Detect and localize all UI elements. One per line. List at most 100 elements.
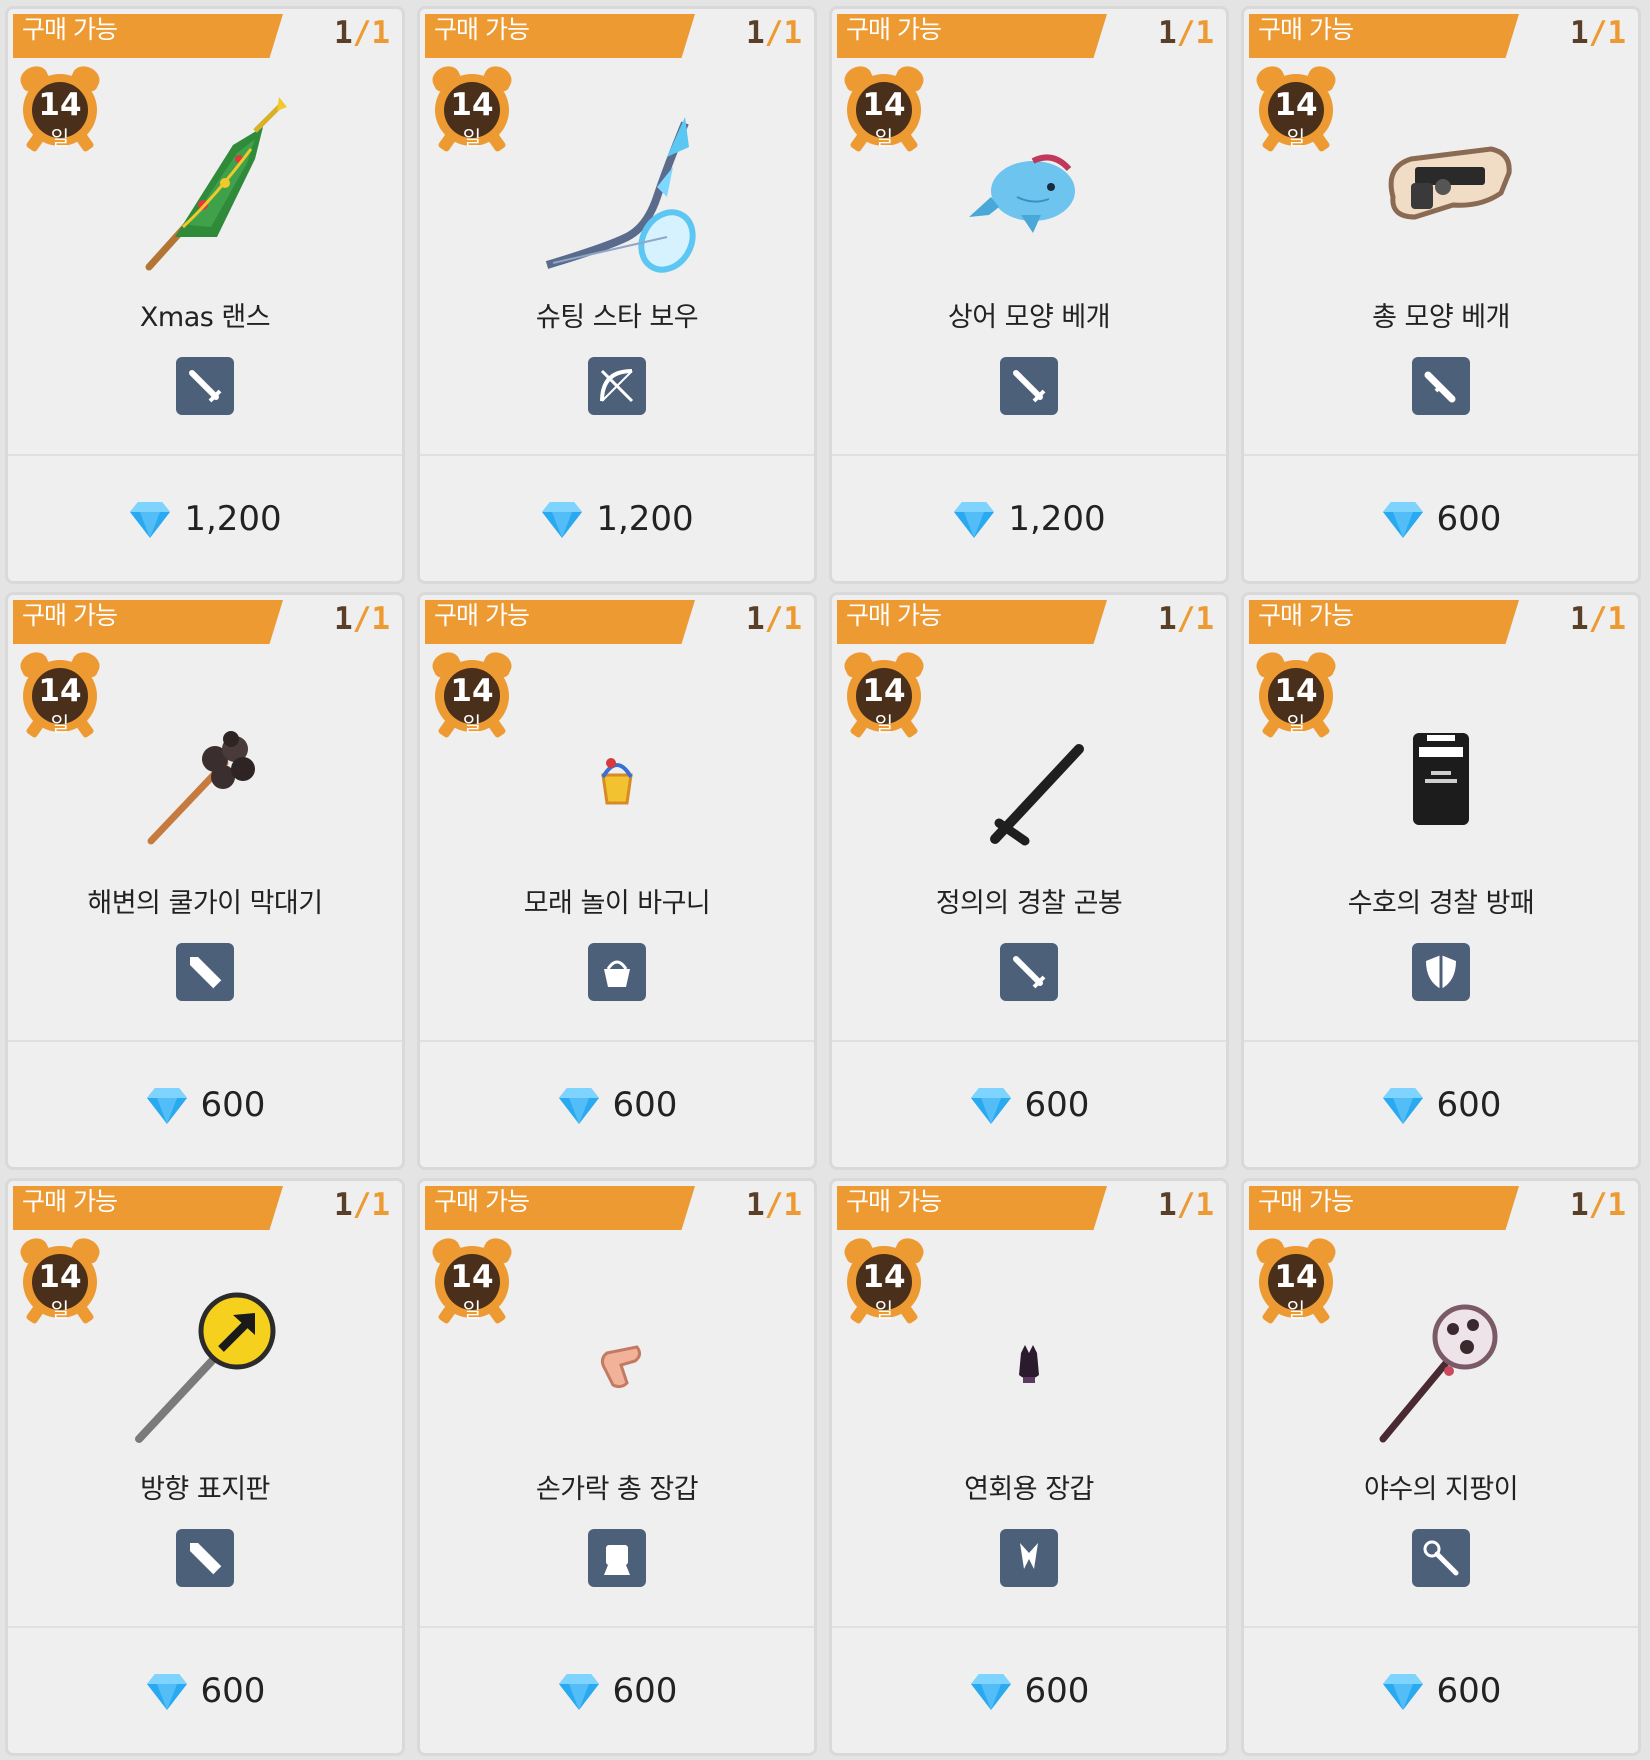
duration-days-value: 14: [450, 673, 494, 709]
duration-unit-label: 일: [1286, 712, 1306, 736]
item-name: 모래 놀이 바구니: [523, 888, 711, 919]
duration-unit-label: 일: [50, 1298, 70, 1322]
price-row: 1,200: [832, 456, 1226, 581]
price-row: 1,200: [8, 456, 402, 581]
stock-separator: /: [1176, 601, 1196, 637]
stock-current: 1: [1569, 1187, 1589, 1223]
stock-max: 1: [371, 1187, 390, 1223]
item-price: 600: [200, 1084, 266, 1125]
blade-type-icon: [176, 943, 234, 1001]
shop-item-card[interactable]: 구매 가능 1/1 14 일 해변의 쿨가이 막대기 600: [5, 592, 405, 1170]
basket-type-icon: [588, 943, 646, 1001]
item-price: 1,200: [1008, 498, 1106, 539]
police-shield-icon: [1341, 673, 1541, 873]
item-price: 600: [1024, 1084, 1090, 1125]
stock-max: 1: [1607, 601, 1626, 637]
alarm-clock-icon: 14 일: [1252, 62, 1340, 153]
shop-item-card[interactable]: 구매 가능 1/1 14 일 Xmas 랜스 1,200: [5, 6, 405, 584]
shop-item-card[interactable]: 구매 가능 1/1 14 일 야수의 지팡이 600: [1241, 1178, 1641, 1756]
sword-type-icon: [1000, 357, 1058, 415]
price-row: 600: [1244, 1042, 1638, 1167]
stock-counter: 1/1: [334, 15, 390, 51]
stock-separator: /: [1588, 1187, 1608, 1223]
item-price: 600: [1436, 1084, 1502, 1125]
stock-counter: 1/1: [746, 601, 802, 637]
purchase-status-label: 구매 가능: [846, 1187, 942, 1216]
item-name: 상어 모양 베개: [947, 302, 1111, 333]
item-price: 1,200: [596, 498, 694, 539]
sword-type-icon: [1000, 943, 1058, 1001]
duration-days-value: 14: [862, 1259, 906, 1295]
purchase-status-label: 구매 가능: [846, 601, 942, 630]
shop-item-card[interactable]: 구매 가능 1/1 14 일 방향 표지판 600: [5, 1178, 405, 1756]
shop-item-card[interactable]: 구매 가능 1/1 14 일 수호의 경찰 방패 600: [1241, 592, 1641, 1170]
purchase-status-label: 구매 가능: [22, 601, 118, 630]
duration-days-value: 14: [38, 87, 82, 123]
bow-type-icon: [588, 357, 646, 415]
gun-pillow-icon: [1341, 87, 1541, 287]
duration-unit-label: 일: [462, 126, 482, 150]
alarm-clock-icon: 14 일: [428, 1234, 516, 1325]
shop-item-card[interactable]: 구매 가능 1/1 14 일 총 모양 베개 600: [1241, 6, 1641, 584]
item-name: 정의의 경찰 곤봉: [935, 888, 1123, 919]
stock-max: 1: [1607, 15, 1626, 51]
direction-sign-icon: [105, 1259, 305, 1459]
stock-current: 1: [333, 1187, 353, 1223]
sand-basket-icon: [517, 673, 717, 873]
stock-current: 1: [1157, 601, 1177, 637]
shop-item-card[interactable]: 구매 가능 1/1 14 일 모래 놀이 바구니 600: [417, 592, 817, 1170]
purchase-status-label: 구매 가능: [22, 1187, 118, 1216]
stock-max: 1: [371, 601, 390, 637]
item-price: 600: [1436, 1670, 1502, 1711]
shop-item-card[interactable]: 구매 가능 1/1 14 일 손가락 총 장갑 600: [417, 1178, 817, 1756]
stock-current: 1: [333, 15, 353, 51]
stock-separator: /: [764, 1187, 784, 1223]
stock-separator: /: [1176, 1187, 1196, 1223]
price-row: 600: [420, 1628, 814, 1753]
shop-item-card[interactable]: 구매 가능 1/1 14 일 상어 모양 베개 1,200: [829, 6, 1229, 584]
diamond-gem-icon: [969, 1670, 1013, 1712]
item-name: 방향 표지판: [140, 1474, 270, 1505]
duration-unit-label: 일: [874, 1298, 894, 1322]
duration-unit-label: 일: [874, 126, 894, 150]
duration-days-value: 14: [38, 673, 82, 709]
item-name: 수호의 경찰 방패: [1347, 888, 1535, 919]
beast-staff-icon: [1341, 1259, 1541, 1459]
shop-item-card[interactable]: 구매 가능 1/1 14 일 정의의 경찰 곤봉 600: [829, 592, 1229, 1170]
duration-days-value: 14: [1274, 673, 1318, 709]
diamond-gem-icon: [952, 498, 996, 540]
diamond-gem-icon: [128, 498, 172, 540]
price-row: 600: [8, 1628, 402, 1753]
price-row: 600: [420, 1042, 814, 1167]
stock-max: 1: [1607, 1187, 1626, 1223]
stock-counter: 1/1: [334, 1187, 390, 1223]
item-price: 600: [200, 1670, 266, 1711]
diamond-gem-icon: [145, 1670, 189, 1712]
price-row: 600: [832, 1042, 1226, 1167]
purchase-status-label: 구매 가능: [1258, 15, 1354, 44]
stock-current: 1: [1569, 601, 1589, 637]
police-baton-icon: [929, 673, 1129, 873]
item-name: 연회용 장갑: [964, 1474, 1094, 1505]
item-price: 600: [612, 1084, 678, 1125]
alarm-clock-icon: 14 일: [1252, 648, 1340, 739]
item-price: 1,200: [184, 498, 282, 539]
duration-unit-label: 일: [50, 126, 70, 150]
stock-separator: /: [352, 15, 372, 51]
stock-max: 1: [1195, 15, 1214, 51]
shop-item-card[interactable]: 구매 가능 1/1 14 일 슈팅 스타 보우 1,200: [417, 6, 817, 584]
beach-stick-icon: [105, 673, 305, 873]
purchase-status-label: 구매 가능: [434, 15, 530, 44]
staff-type-icon: [1412, 1529, 1470, 1587]
stock-counter: 1/1: [1570, 1187, 1626, 1223]
duration-days-value: 14: [450, 87, 494, 123]
claw-type-icon: [1000, 1529, 1058, 1587]
duration-days-value: 14: [450, 1259, 494, 1295]
duration-unit-label: 일: [1286, 126, 1306, 150]
shop-item-card[interactable]: 구매 가능 1/1 14 일 연회용 장갑 600: [829, 1178, 1229, 1756]
duration-days-value: 14: [1274, 87, 1318, 123]
duration-days-value: 14: [862, 87, 906, 123]
stock-max: 1: [783, 1187, 802, 1223]
price-row: 600: [1244, 1628, 1638, 1753]
finger-gun-glove-icon: [517, 1259, 717, 1459]
